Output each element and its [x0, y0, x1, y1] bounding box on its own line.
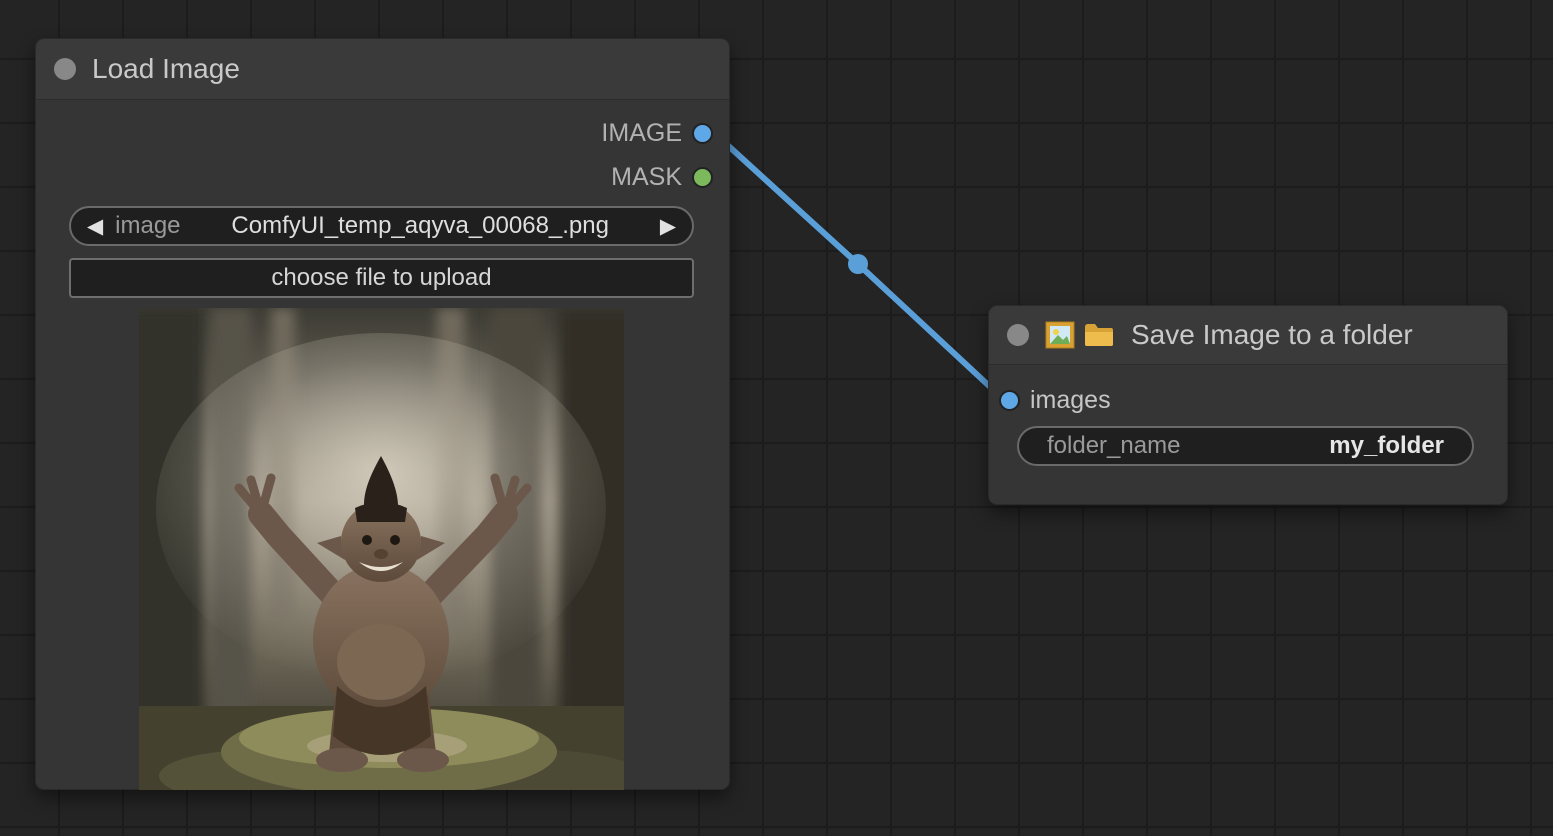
input-images-dot[interactable]: [999, 390, 1020, 411]
node-save-image-titlebar[interactable]: Save Image to a folder: [989, 306, 1507, 365]
link-reroute-dot[interactable]: [848, 254, 868, 274]
upload-button[interactable]: choose file to upload: [69, 258, 694, 298]
image-combo-widget[interactable]: ◀ image ComfyUI_temp_aqyva_00068_.png ▶: [69, 206, 694, 246]
node-graph-canvas[interactable]: { "canvas": { "background": "#242424", "…: [0, 0, 1553, 836]
combo-value: ComfyUI_temp_aqyva_00068_.png: [181, 212, 660, 240]
combo-label: image: [115, 212, 180, 240]
node-title-text: Load Image: [92, 53, 240, 85]
input-images-label: images: [1030, 386, 1111, 415]
node-save-image[interactable]: Save Image to a folder images folder_nam…: [988, 305, 1508, 505]
combo-next-arrow[interactable]: ▶: [660, 216, 676, 237]
node-title-text: Save Image to a folder: [1131, 319, 1413, 351]
input-port-images: images: [999, 386, 1111, 414]
output-image-dot[interactable]: [692, 123, 713, 144]
folder-name-label: folder_name: [1047, 432, 1329, 460]
node-load-image-titlebar[interactable]: Load Image: [36, 39, 729, 100]
node-load-image[interactable]: Load Image IMAGE MASK ◀ image ComfyUI_te…: [35, 38, 730, 790]
output-port-image: IMAGE: [601, 119, 713, 147]
folder-name-widget[interactable]: folder_name my_folder: [1017, 426, 1474, 466]
output-mask-dot[interactable]: [692, 167, 713, 188]
title-icons: [1045, 321, 1115, 349]
troll-image: [139, 308, 624, 790]
link-image-to-images[interactable]: [712, 131, 1006, 398]
image-preview: [139, 308, 624, 790]
upload-button-label: choose file to upload: [271, 264, 491, 292]
folder-name-value: my_folder: [1329, 432, 1444, 460]
collapse-dot[interactable]: [54, 58, 76, 80]
combo-prev-arrow[interactable]: ◀: [87, 216, 103, 237]
picture-icon: [1045, 321, 1075, 349]
folder-icon: [1083, 322, 1115, 348]
output-image-label: IMAGE: [601, 119, 682, 148]
collapse-dot[interactable]: [1007, 324, 1029, 346]
output-mask-label: MASK: [611, 163, 682, 192]
output-port-mask: MASK: [611, 163, 713, 191]
